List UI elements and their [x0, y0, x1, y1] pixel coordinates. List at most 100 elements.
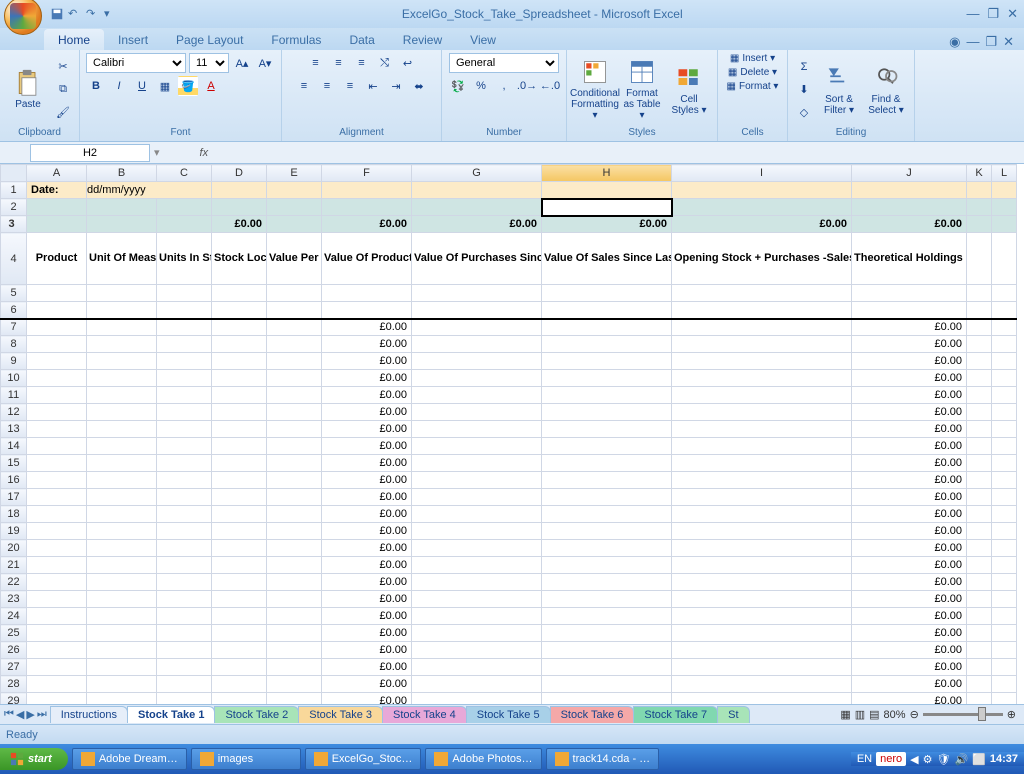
col-header-I[interactable]: I: [672, 165, 852, 182]
row-header[interactable]: 18: [1, 506, 27, 523]
paste-button[interactable]: Paste: [6, 67, 50, 112]
row-header[interactable]: 9: [1, 353, 27, 370]
find-select-button[interactable]: Find & Select ▾: [864, 62, 908, 118]
italic-button[interactable]: I: [109, 76, 129, 96]
align-middle-button[interactable]: ≡: [329, 53, 349, 73]
tab-view[interactable]: View: [456, 29, 510, 50]
align-center-button[interactable]: ≡: [317, 76, 337, 96]
comma-button[interactable]: ,: [494, 76, 514, 96]
row-header[interactable]: 16: [1, 472, 27, 489]
col-header-C[interactable]: C: [157, 165, 212, 182]
sheet-tab[interactable]: Instructions: [50, 706, 128, 723]
col-header-B[interactable]: B: [87, 165, 157, 182]
active-cell[interactable]: [542, 199, 672, 216]
sort-filter-button[interactable]: Sort & Filter ▾: [817, 62, 861, 118]
view-normal-icon[interactable]: ▦: [840, 708, 850, 721]
col-header-H[interactable]: H: [542, 165, 672, 182]
row-header[interactable]: 20: [1, 540, 27, 557]
row-header[interactable]: 26: [1, 642, 27, 659]
qat-dropdown-icon[interactable]: ▾: [104, 7, 118, 21]
row-header[interactable]: 1: [1, 182, 27, 199]
format-cells-button[interactable]: ▦ Format ▾: [727, 81, 779, 92]
tab-insert[interactable]: Insert: [104, 29, 162, 50]
row-header[interactable]: 10: [1, 370, 27, 387]
start-button[interactable]: start: [0, 748, 68, 770]
language-indicator[interactable]: EN: [857, 753, 872, 765]
row-header[interactable]: 29: [1, 693, 27, 705]
decrease-decimal-button[interactable]: ←.0: [540, 76, 560, 96]
taskbar-item[interactable]: ExcelGo_Stoc…: [305, 748, 422, 770]
view-layout-icon[interactable]: ▥: [855, 708, 865, 721]
sheet-tab[interactable]: Stock Take 3: [298, 706, 383, 723]
tab-home[interactable]: Home: [44, 29, 104, 50]
increase-decimal-button[interactable]: .0→: [517, 76, 537, 96]
conditional-formatting-button[interactable]: Conditional Formatting ▾: [573, 56, 617, 123]
col-header-F[interactable]: F: [322, 165, 412, 182]
sheet-tab[interactable]: St: [717, 706, 749, 723]
wrap-text-button[interactable]: ↩: [398, 53, 418, 73]
tab-formulas[interactable]: Formulas: [257, 29, 335, 50]
fill-button[interactable]: ⬇: [794, 80, 814, 100]
copy-button[interactable]: ⧉: [53, 80, 73, 100]
redo-icon[interactable]: ↷: [86, 7, 100, 21]
name-box-dropdown-icon[interactable]: ▾: [154, 146, 160, 159]
row-header[interactable]: 22: [1, 574, 27, 591]
clear-button[interactable]: ◇: [794, 103, 814, 123]
sheet-last-icon[interactable]: ⏭: [37, 708, 47, 721]
row-header[interactable]: 24: [1, 608, 27, 625]
row-header[interactable]: 7: [1, 319, 27, 336]
col-header-D[interactable]: D: [212, 165, 267, 182]
ribbon-close-icon[interactable]: ✕: [1003, 34, 1014, 50]
row-header[interactable]: 15: [1, 455, 27, 472]
font-name-select[interactable]: Calibri: [86, 53, 186, 73]
delete-cells-button[interactable]: ▦ Delete ▾: [728, 67, 777, 78]
decrease-indent-button[interactable]: ⇤: [363, 76, 383, 96]
col-header-A[interactable]: A: [27, 165, 87, 182]
tray-arrow-icon[interactable]: ◀: [910, 753, 918, 766]
number-format-select[interactable]: General: [449, 53, 559, 73]
col-header-K[interactable]: K: [967, 165, 992, 182]
grow-font-button[interactable]: A▴: [232, 53, 252, 73]
row-header[interactable]: 12: [1, 404, 27, 421]
help-icon[interactable]: ◉: [949, 34, 960, 50]
spreadsheet-grid[interactable]: ABCDEFGHIJKL1Date:dd/mm/yyyy23£0.00£0.00…: [0, 164, 1024, 704]
orientation-button[interactable]: ⤭: [375, 53, 395, 73]
col-header-J[interactable]: J: [852, 165, 967, 182]
row-header[interactable]: 25: [1, 625, 27, 642]
taskbar-item[interactable]: Adobe Photos…: [425, 748, 541, 770]
clock[interactable]: 14:37: [990, 753, 1018, 765]
view-break-icon[interactable]: ▤: [869, 708, 879, 721]
sheet-tab[interactable]: Stock Take 5: [466, 706, 551, 723]
row-header[interactable]: 8: [1, 336, 27, 353]
percent-button[interactable]: %: [471, 76, 491, 96]
sheet-tab[interactable]: Stock Take 2: [214, 706, 299, 723]
currency-button[interactable]: 💱: [448, 76, 468, 96]
tray-icon[interactable]: 🛡: [936, 753, 950, 766]
row-header[interactable]: 28: [1, 676, 27, 693]
format-painter-button[interactable]: 🖌: [53, 103, 73, 123]
row-header[interactable]: 5: [1, 285, 27, 302]
save-icon[interactable]: [50, 7, 64, 21]
undo-icon[interactable]: ↶: [68, 7, 82, 21]
maximize-icon[interactable]: ❐: [987, 6, 999, 22]
format-as-table-button[interactable]: Format as Table ▾: [620, 56, 664, 123]
sheet-first-icon[interactable]: ⏮: [4, 708, 14, 721]
align-right-button[interactable]: ≡: [340, 76, 360, 96]
border-button[interactable]: ▦: [155, 76, 175, 96]
sheet-tab[interactable]: Stock Take 7: [633, 706, 718, 723]
zoom-in-button[interactable]: ⊕: [1007, 708, 1016, 721]
tab-page-layout[interactable]: Page Layout: [162, 29, 257, 50]
cell-styles-button[interactable]: Cell Styles ▾: [667, 62, 711, 118]
name-box[interactable]: H2: [30, 144, 150, 162]
font-size-select[interactable]: 11: [189, 53, 229, 73]
increase-indent-button[interactable]: ⇥: [386, 76, 406, 96]
tab-review[interactable]: Review: [389, 29, 456, 50]
underline-button[interactable]: U: [132, 76, 152, 96]
row-header[interactable]: 19: [1, 523, 27, 540]
row-header[interactable]: 21: [1, 557, 27, 574]
font-color-button[interactable]: A: [201, 76, 221, 96]
zoom-slider[interactable]: [923, 713, 1003, 716]
row-header[interactable]: 6: [1, 302, 27, 319]
col-header-E[interactable]: E: [267, 165, 322, 182]
align-left-button[interactable]: ≡: [294, 76, 314, 96]
